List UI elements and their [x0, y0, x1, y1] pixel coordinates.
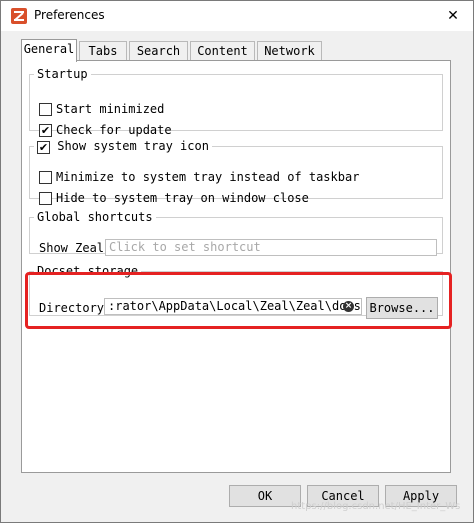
close-icon[interactable]: ✕ — [439, 4, 467, 28]
directory-label: Directory: — [39, 301, 112, 315]
directory-value: :rator\AppData\Local\Zeal\Zeal\docsets — [108, 299, 362, 313]
start-minimized-label: Start minimized — [56, 102, 165, 116]
tab-network[interactable]: Network — [257, 41, 322, 61]
browse-button[interactable]: Browse... — [366, 297, 438, 319]
hide-on-close-box[interactable] — [39, 192, 52, 205]
startup-group: Startup Start minimized ✔ Check for upda… — [29, 67, 443, 137]
window-title: Preferences — [34, 8, 105, 22]
shortcut-input[interactable]: Click to set shortcut — [105, 239, 437, 256]
minimize-to-tray-label: Minimize to system tray instead of taskb… — [56, 170, 360, 184]
show-tray-label: Show system tray icon — [57, 139, 209, 153]
shortcut-placeholder: Click to set shortcut — [109, 240, 261, 254]
dialog-button-bar: OK Cancel Apply — [1, 477, 473, 522]
startup-legend: Startup — [37, 67, 88, 81]
watermark: https://blog.csdn.net/HE_Inter_Ws — [291, 501, 461, 512]
check-for-update-label: Check for update — [56, 123, 172, 137]
tab-content[interactable]: Content — [190, 41, 255, 61]
zeal-app-icon — [11, 8, 27, 24]
clear-icon[interactable]: × — [343, 301, 354, 312]
tab-search[interactable]: Search — [129, 41, 188, 61]
check-for-update-box[interactable]: ✔ — [39, 124, 52, 137]
show-zeal-label: Show Zeal: — [39, 241, 112, 255]
tab-tabs[interactable]: Tabs — [79, 41, 127, 61]
tray-group: ✔ Show system tray icon Minimize to syst… — [29, 139, 443, 205]
title-bar: Preferences ✕ — [1, 1, 473, 31]
start-minimized-box[interactable] — [39, 103, 52, 116]
minimize-to-tray-box[interactable] — [39, 171, 52, 184]
global-shortcuts-legend: Global shortcuts — [37, 210, 153, 224]
show-tray-box[interactable]: ✔ — [37, 141, 50, 154]
directory-input[interactable]: :rator\AppData\Local\Zeal\Zeal\docsets — [104, 298, 362, 315]
docset-storage-group: Docset storage Directory: :rator\AppData… — [29, 264, 443, 319]
docset-storage-legend: Docset storage — [37, 264, 139, 278]
global-shortcuts-group: Global shortcuts Show Zeal: Click to set… — [29, 210, 443, 256]
hide-on-close-label: Hide to system tray on window close — [56, 191, 309, 205]
preferences-window: Preferences ✕ General Tabs Search Conten… — [0, 0, 474, 523]
show-tray-legend[interactable]: ✔ Show system tray icon — [34, 139, 212, 154]
general-tab-panel: Startup Start minimized ✔ Check for upda… — [21, 60, 451, 473]
tab-general[interactable]: General — [21, 39, 77, 62]
